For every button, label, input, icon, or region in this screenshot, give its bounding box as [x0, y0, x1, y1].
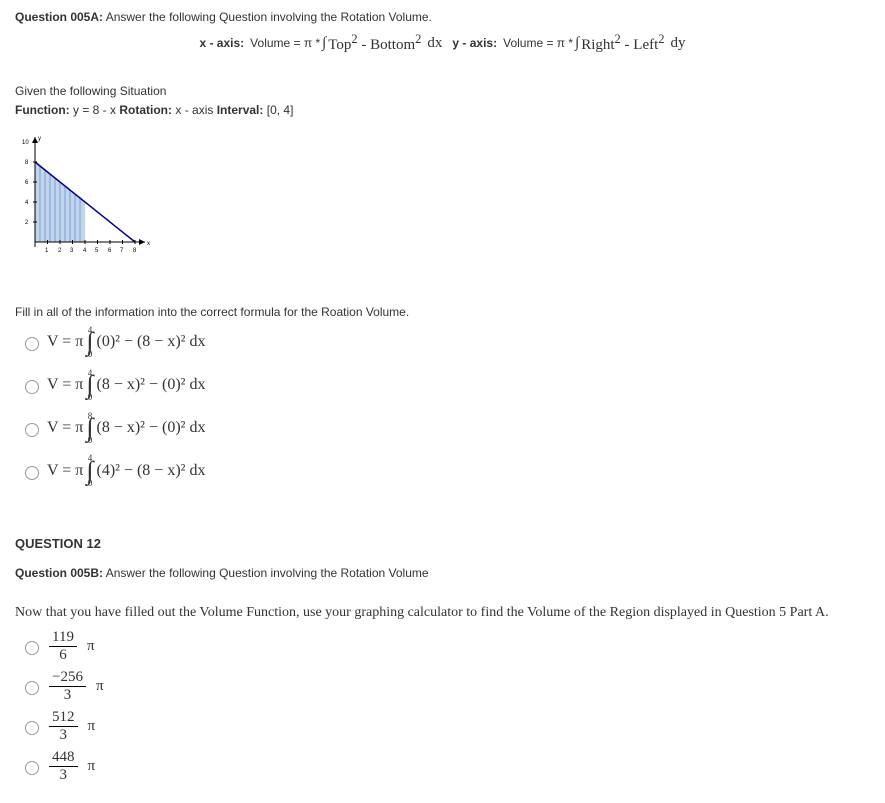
q12-option-3[interactable]: 5123 π: [25, 709, 870, 743]
dy: dy: [671, 35, 686, 52]
svg-text:2: 2: [25, 220, 29, 226]
option-3[interactable]: V = π 8∫0 (8 − x)² − (0)² dx: [25, 413, 870, 444]
radio-icon[interactable]: [25, 380, 39, 394]
top-term: Top: [328, 37, 351, 53]
yaxis-vol: Volume = π *: [503, 36, 573, 50]
option-2[interactable]: V = π 4∫0 (8 − x)² − (0)² dx: [25, 370, 870, 401]
interval-label: Interval:: [217, 103, 264, 117]
minus-left: - Left: [621, 37, 658, 53]
svg-text:6: 6: [108, 248, 112, 254]
opt1-body: (0)² − (8 − x)² dx: [97, 333, 206, 351]
rotation-label: Rotation:: [119, 103, 172, 117]
q12-option-4[interactable]: 4483 π: [25, 749, 870, 783]
pi: π: [88, 758, 96, 775]
opt4-pre: V = π: [47, 462, 83, 480]
yaxis-label: y - axis:: [452, 36, 497, 50]
svg-text:5: 5: [95, 248, 99, 254]
radio-icon[interactable]: [25, 681, 39, 695]
xaxis-vol: Volume = π *: [250, 36, 320, 50]
rotation-value: x - axis: [175, 103, 216, 117]
q005a-label: Question 005A:: [15, 10, 103, 24]
pi: π: [96, 678, 104, 695]
opt2-pre: V = π: [47, 376, 83, 394]
opt1-pre: V = π: [47, 333, 83, 351]
q12-option-1[interactable]: 1196 π: [25, 629, 870, 663]
given-situation: Given the following Situation: [15, 84, 870, 98]
q005a-text: Answer the following Question involving …: [106, 10, 432, 24]
function-graph: 1 2 3 4 5 6 7 8 2 4 6 8 10 x y: [15, 132, 870, 265]
q12-prompt: Now that you have filled out the Volume …: [15, 605, 870, 621]
minus-bottom: - Bottom: [358, 37, 416, 53]
dx: dx: [427, 35, 442, 52]
radio-icon[interactable]: [25, 721, 39, 735]
function-label: Function:: [15, 103, 70, 117]
q12-options: 1196 π −2563 π 5123 π 4483 π: [15, 629, 870, 783]
q005b-label: Question 005B:: [15, 566, 103, 580]
svg-text:4: 4: [83, 248, 87, 254]
interval-value: [0, 4]: [267, 103, 294, 117]
opt3-pre: V = π: [47, 419, 83, 437]
pi: π: [87, 638, 95, 655]
svg-text:2: 2: [58, 248, 62, 254]
option-1[interactable]: V = π 4∫0 (0)² − (8 − x)² dx: [25, 327, 870, 358]
svg-text:8: 8: [25, 160, 29, 166]
opt4-body: (4)² − (8 − x)² dx: [97, 462, 206, 480]
radio-icon[interactable]: [25, 423, 39, 437]
formula-reference: x - axis: Volume = π * ∫ Top2 - Bottom2 …: [15, 32, 870, 54]
fill-in-prompt: Fill in all of the information into the …: [15, 305, 870, 319]
opt3-body: (8 − x)² − (0)² dx: [97, 419, 206, 437]
opt2-body: (8 − x)² − (0)² dx: [97, 376, 206, 394]
integral-icon: ∫: [322, 36, 326, 51]
svg-text:4: 4: [25, 200, 29, 206]
radio-icon[interactable]: [25, 641, 39, 655]
q005b-text: Answer the following Question involving …: [106, 566, 429, 580]
xaxis-label: x - axis:: [199, 36, 244, 50]
q005a-header: Question 005A: Answer the following Ques…: [15, 10, 870, 24]
radio-icon[interactable]: [25, 337, 39, 351]
svg-text:7: 7: [120, 248, 124, 254]
q5a-options: V = π 4∫0 (0)² − (8 − x)² dx V = π 4∫0 (…: [25, 327, 870, 486]
function-value: y = 8 - x: [73, 103, 119, 117]
option-4[interactable]: V = π 4∫0 (4)² − (8 − x)² dx: [25, 455, 870, 486]
integral-icon: ∫: [575, 36, 579, 51]
q005b-header: Question 005B: Answer the following Ques…: [15, 566, 870, 580]
svg-text:8: 8: [133, 248, 137, 254]
q12-option-2[interactable]: −2563 π: [25, 669, 870, 703]
svg-text:x: x: [147, 241, 150, 247]
pi: π: [88, 718, 96, 735]
radio-icon[interactable]: [25, 761, 39, 775]
svg-text:3: 3: [70, 248, 74, 254]
svg-text:6: 6: [25, 180, 29, 186]
svg-text:y: y: [38, 136, 41, 142]
function-line: Function: y = 8 - x Rotation: x - axis I…: [15, 103, 870, 117]
svg-text:10: 10: [22, 140, 29, 146]
right-term: Right: [581, 37, 614, 53]
question-12-label: QUESTION 12: [15, 536, 870, 551]
svg-text:1: 1: [45, 248, 49, 254]
radio-icon[interactable]: [25, 466, 39, 480]
